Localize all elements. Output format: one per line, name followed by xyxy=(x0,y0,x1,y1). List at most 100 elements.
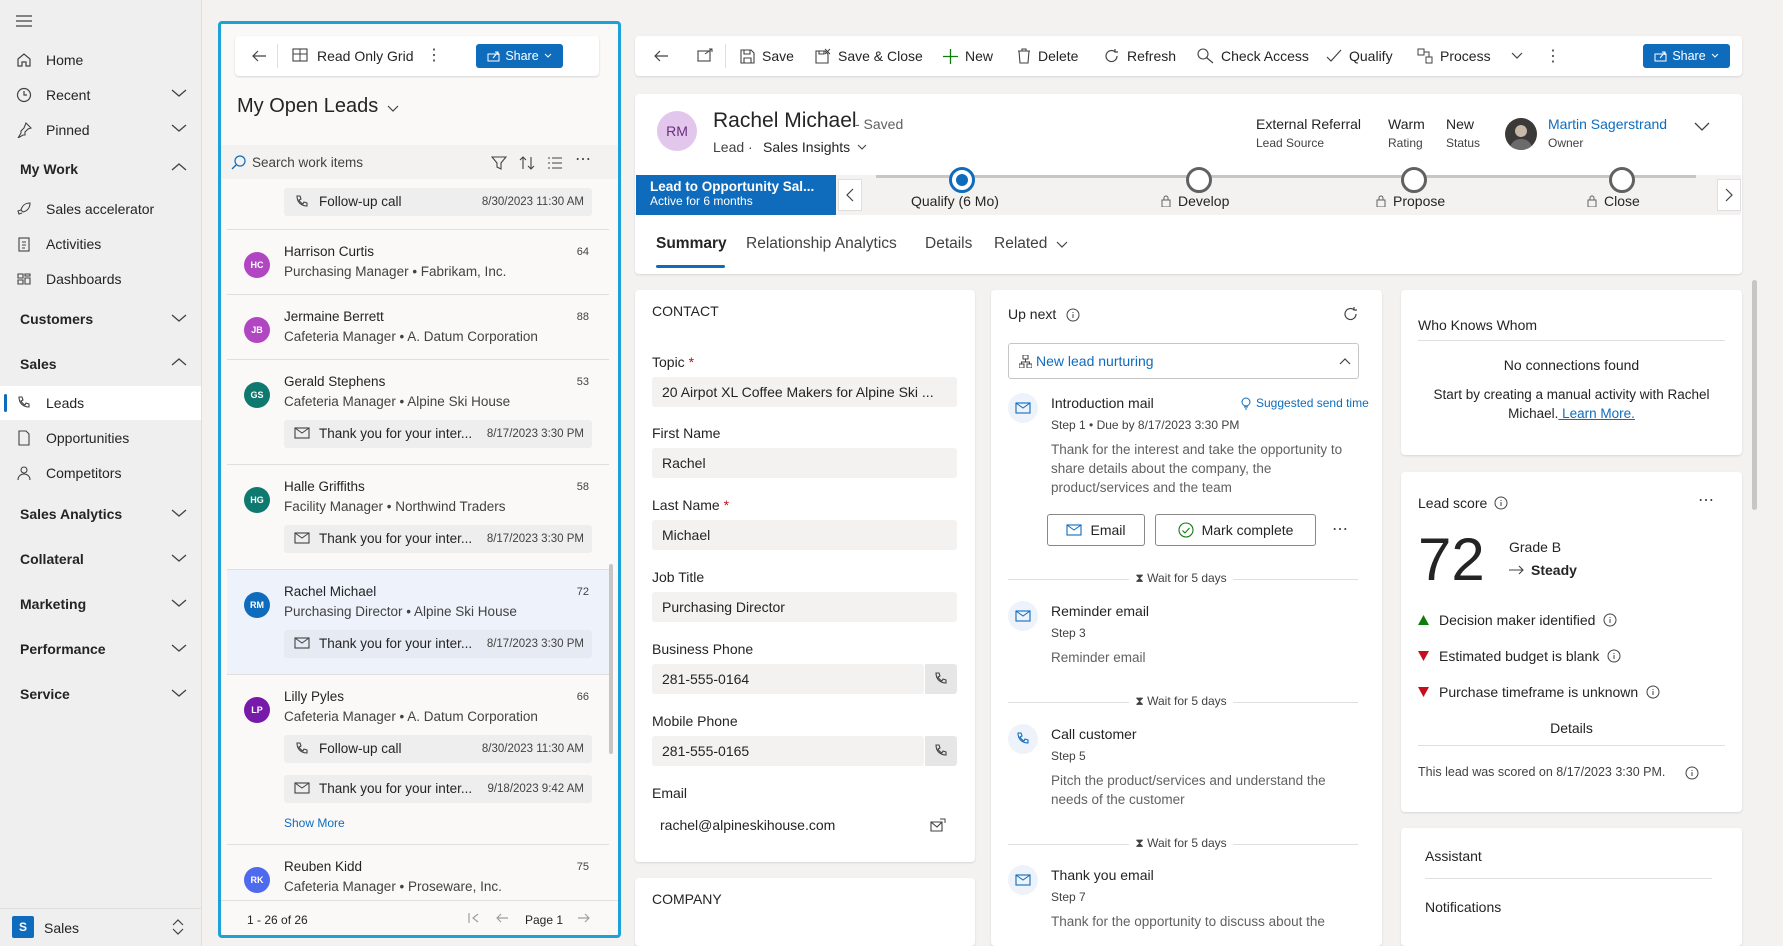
chevron-down-icon[interactable] xyxy=(171,508,187,518)
chevron-down-icon[interactable] xyxy=(857,144,867,151)
stage-qualify[interactable]: Qualify (6 Mo) xyxy=(911,167,1031,219)
refresh-button[interactable]: Refresh xyxy=(1104,36,1176,76)
email-field[interactable]: rachel@alpineskihouse.com xyxy=(660,817,835,833)
chevron-down-icon[interactable] xyxy=(171,643,187,653)
suggested-send-time[interactable]: Suggested send time xyxy=(1240,396,1369,410)
chevron-down-icon[interactable] xyxy=(171,598,187,608)
first-page-icon[interactable] xyxy=(468,913,480,923)
list-options-icon[interactable] xyxy=(547,155,563,171)
chevron-down-icon[interactable] xyxy=(171,553,187,563)
call-phone-icon[interactable] xyxy=(925,664,957,694)
job-title-field[interactable]: Purchasing Director xyxy=(652,592,957,622)
chevron-up-icon[interactable] xyxy=(171,357,187,367)
form-selector[interactable]: Sales Insights xyxy=(763,139,850,155)
previous-page-icon[interactable] xyxy=(495,912,509,924)
details-link[interactable]: Details xyxy=(1418,720,1725,736)
call-mobile-icon[interactable] xyxy=(925,736,957,766)
process-name-chip[interactable]: Lead to Opportunity Sal... Active for 6 … xyxy=(636,175,836,215)
form-share-button[interactable]: Share xyxy=(1643,44,1730,68)
sidebar-group-sales[interactable]: Sales xyxy=(20,356,57,372)
stage-next-button[interactable] xyxy=(1717,179,1741,211)
info-icon[interactable] xyxy=(1494,496,1508,510)
list-item[interactable]: JB Jermaine Berrett Cafeteria Manager • … xyxy=(227,295,609,360)
sidebar-group-sales-analytics[interactable]: Sales Analytics xyxy=(20,506,122,522)
info-icon[interactable] xyxy=(1646,685,1660,699)
owner-link[interactable]: Martin Sagerstrand xyxy=(1548,116,1667,132)
sequence-link[interactable]: New lead nurturing xyxy=(1036,353,1154,369)
chevron-down-icon[interactable] xyxy=(171,88,187,98)
first-name-field[interactable]: Rachel xyxy=(652,448,957,478)
activity-item[interactable]: Thank you for your inter... 8/17/2023 3:… xyxy=(284,420,592,448)
chevron-down-icon[interactable] xyxy=(1694,122,1710,132)
chevron-down-icon[interactable] xyxy=(171,688,187,698)
sidebar-item-leads[interactable]: Leads xyxy=(0,386,201,420)
sidebar-group-service[interactable]: Service xyxy=(20,686,70,702)
sidebar-group-my-work[interactable]: My Work xyxy=(20,161,78,177)
show-more-link[interactable]: Show More xyxy=(284,816,345,830)
last-name-field[interactable]: Michael xyxy=(652,520,957,550)
chevron-down-icon[interactable] xyxy=(1056,241,1068,249)
learn-more-link[interactable]: Learn More. xyxy=(1558,406,1635,421)
qualify-button[interactable]: Qualify xyxy=(1326,36,1393,76)
sidebar-item-recent[interactable]: Recent xyxy=(0,78,201,112)
list-item[interactable]: RK Reuben Kidd Cafeteria Manager • Prose… xyxy=(227,845,609,902)
info-icon[interactable] xyxy=(1607,649,1621,663)
sort-icon[interactable] xyxy=(519,155,535,171)
activity-item[interactable]: Follow-up call 8/30/2023 11:30 AM xyxy=(284,188,592,216)
back-arrow-icon[interactable] xyxy=(653,48,669,64)
tab-related[interactable]: Related xyxy=(994,235,1047,253)
email-button[interactable]: Email xyxy=(1047,514,1145,546)
chevron-down-icon[interactable] xyxy=(171,123,187,133)
more-vertical-icon[interactable]: ⋮ xyxy=(1545,46,1561,66)
sidebar-group-customers[interactable]: Customers xyxy=(20,311,93,327)
sidebar-group-marketing[interactable]: Marketing xyxy=(20,596,86,612)
chevron-up-icon[interactable] xyxy=(171,162,187,172)
chevron-up-icon[interactable] xyxy=(1339,357,1351,365)
mark-complete-button[interactable]: Mark complete xyxy=(1155,514,1316,546)
stage-prev-button[interactable] xyxy=(838,179,862,211)
list-item[interactable]: GS Gerald Stephens Cafeteria Manager • A… xyxy=(227,360,609,465)
business-phone-field[interactable]: 281-555-0164 xyxy=(652,664,924,694)
app-switcher[interactable]: S Sales xyxy=(0,908,201,946)
next-page-icon[interactable] xyxy=(577,912,591,924)
refresh-icon[interactable] xyxy=(1343,306,1359,322)
more-horizontal-icon[interactable]: ⋯ xyxy=(1332,519,1348,539)
sidebar-item-pinned[interactable]: Pinned xyxy=(0,113,201,147)
process-button[interactable]: Process xyxy=(1417,36,1523,76)
sidebar-group-collateral[interactable]: Collateral xyxy=(20,551,84,567)
read-only-grid-button[interactable]: Read Only Grid xyxy=(317,48,413,64)
activity-item[interactable]: Thank you for your inter... 8/17/2023 3:… xyxy=(284,630,592,658)
sidebar-item-dashboards[interactable]: Dashboards xyxy=(0,262,201,296)
sidebar-item-home[interactable]: Home xyxy=(0,43,201,77)
scrollbar[interactable] xyxy=(609,194,614,900)
sequence-header[interactable]: New lead nurturing xyxy=(1008,343,1359,379)
activity-item[interactable]: Thank you for your inter... 8/17/2023 3:… xyxy=(284,525,592,553)
sidebar-item-opportunities[interactable]: Opportunities xyxy=(0,421,201,455)
info-icon[interactable] xyxy=(1066,308,1080,322)
list-item[interactable]: Follow-up call 8/30/2023 11:30 AM xyxy=(227,184,609,230)
list-item[interactable]: HG Halle Griffiths Facility Manager • No… xyxy=(227,465,609,570)
tab-summary[interactable]: Summary xyxy=(656,235,727,253)
sidebar-group-performance[interactable]: Performance xyxy=(20,641,106,657)
list-item[interactable]: HC Harrison Curtis Purchasing Manager • … xyxy=(227,230,609,295)
chevron-down-icon[interactable] xyxy=(387,105,399,113)
delete-button[interactable]: Delete xyxy=(1017,36,1078,76)
back-arrow-icon[interactable] xyxy=(251,48,267,64)
open-window-icon[interactable] xyxy=(697,48,714,62)
search-input[interactable]: Search work items xyxy=(252,155,363,170)
more-horizontal-icon[interactable]: ⋯ xyxy=(1698,490,1714,510)
scrollbar-thumb[interactable] xyxy=(609,564,613,754)
info-icon[interactable] xyxy=(1685,766,1699,780)
info-icon[interactable] xyxy=(1603,613,1617,627)
save-close-button[interactable]: Save & Close xyxy=(815,36,923,76)
topic-field[interactable]: 20 Airpot XL Coffee Makers for Alpine Sk… xyxy=(652,377,957,407)
sidebar-item-competitors[interactable]: Competitors xyxy=(0,456,201,490)
check-access-button[interactable]: Check Access xyxy=(1197,36,1309,76)
more-horizontal-icon[interactable]: ⋯ xyxy=(575,149,591,169)
activity-item[interactable]: Thank you for your inter... 9/18/2023 9:… xyxy=(284,775,592,803)
more-vertical-icon[interactable]: ⋮ xyxy=(426,45,442,65)
chevron-down-icon[interactable] xyxy=(171,313,187,323)
mobile-phone-field[interactable]: 281-555-0165 xyxy=(652,736,924,766)
page-scrollbar-thumb[interactable] xyxy=(1752,280,1757,510)
list-item-selected[interactable]: RM Rachel Michael Purchasing Director • … xyxy=(227,570,609,675)
